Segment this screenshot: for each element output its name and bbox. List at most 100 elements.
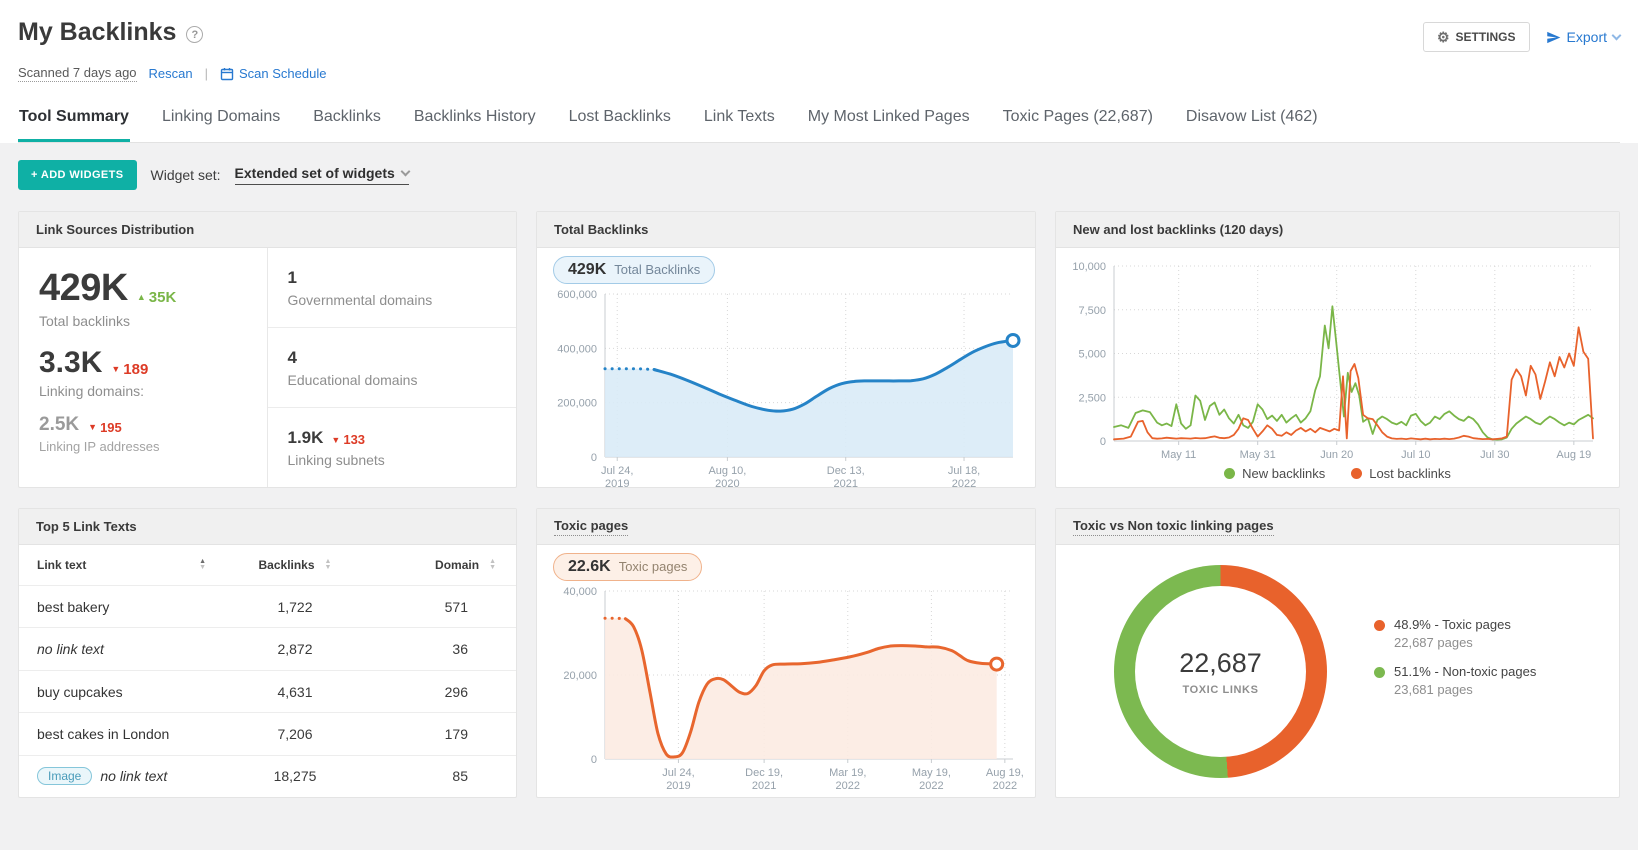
tab-bar: Tool Summary Linking Domains Backlinks B…: [18, 104, 1620, 143]
tab-my-most-linked-pages[interactable]: My Most Linked Pages: [807, 104, 971, 142]
tab-backlinks[interactable]: Backlinks: [312, 104, 382, 142]
scan-schedule-link[interactable]: Scan Schedule: [220, 66, 326, 81]
new-lost-backlinks-chart: 0 2,500 5,000 7,500 10,000 May 11 May 31 Jun 20…: [1072, 261, 1594, 461]
svg-text:400,000: 400,000: [557, 343, 597, 355]
chevron-down-icon: [1611, 30, 1622, 41]
toxic-donut-chart: 22,687 TOXIC LINKS: [1114, 565, 1327, 778]
chevron-down-icon: [400, 166, 411, 177]
svg-text:Jul 24,: Jul 24,: [601, 465, 633, 477]
svg-text:Jul 10: Jul 10: [1401, 449, 1430, 461]
widget-title[interactable]: Toxic vs Non toxic linking pages: [1073, 518, 1274, 536]
widget-title: Total Backlinks: [554, 222, 649, 237]
separator: |: [204, 66, 209, 81]
orange-dot-icon: [1351, 468, 1363, 479]
svg-text:0: 0: [1100, 436, 1106, 448]
widget-title: Top 5 Link Texts: [36, 519, 137, 534]
toxic-pages-chart: 0 20,000 40,000 Jul 24,2019 Dec 19,2021 Mar 1…: [563, 586, 1024, 792]
svg-text:Mar 19,: Mar 19,: [829, 767, 866, 779]
help-icon[interactable]: ?: [186, 26, 204, 43]
green-dot-icon: [1374, 667, 1385, 678]
rescan-link[interactable]: Rescan: [149, 66, 193, 81]
tab-lost-backlinks[interactable]: Lost Backlinks: [568, 104, 672, 142]
svg-text:5,000: 5,000: [1078, 349, 1106, 361]
svg-text:2022: 2022: [993, 780, 1017, 792]
svg-text:Aug 10,: Aug 10,: [708, 465, 746, 477]
sort-icon: ▲ ▼: [199, 558, 206, 571]
svg-text:Aug 19,: Aug 19,: [986, 767, 1024, 779]
tab-tool-summary[interactable]: Tool Summary: [18, 104, 130, 142]
legend-nontoxic-pages: 51.1% - Non-toxic pages 23,681 pages: [1374, 664, 1536, 697]
svg-text:2022: 2022: [919, 780, 943, 792]
svg-text:200,000: 200,000: [557, 398, 597, 410]
svg-text:0: 0: [591, 754, 597, 766]
svg-text:2021: 2021: [833, 478, 857, 488]
content-area: + ADD WIDGETS Widget set: Extended set o…: [0, 143, 1638, 816]
svg-text:Jul 30: Jul 30: [1480, 449, 1509, 461]
toxic-links-count: 22,687: [1179, 647, 1262, 678]
column-header-link-text[interactable]: Link text ▲ ▼: [37, 558, 220, 572]
linking-domains-value: 3.3K: [39, 346, 103, 379]
total-backlinks-value: 429K: [39, 267, 128, 309]
svg-text:2020: 2020: [715, 478, 739, 488]
sort-icon: ▲ ▼: [489, 558, 496, 571]
legend-lost-backlinks: Lost backlinks: [1351, 466, 1451, 481]
svg-text:40,000: 40,000: [563, 586, 597, 598]
svg-text:Jul 24,: Jul 24,: [662, 767, 694, 779]
svg-text:2019: 2019: [666, 780, 690, 792]
svg-text:May 31: May 31: [1240, 449, 1276, 461]
tab-backlinks-history[interactable]: Backlinks History: [413, 104, 537, 142]
widget-set-label: Widget set:: [150, 167, 221, 183]
widget-total-backlinks: Total Backlinks 429K Total Backlinks 0 20…: [536, 211, 1036, 488]
svg-text:2022: 2022: [836, 780, 860, 792]
svg-text:2021: 2021: [752, 780, 776, 792]
page-header: My Backlinks ? ⚙ SETTINGS Export Scanned…: [0, 0, 1638, 143]
page-title: My Backlinks: [18, 18, 177, 46]
svg-text:Aug 19: Aug 19: [1556, 449, 1591, 461]
governmental-domains-stat: 1 Governmental domains: [267, 248, 516, 328]
svg-text:2019: 2019: [605, 478, 629, 488]
linking-domains-delta: ▼ 189: [111, 360, 149, 378]
linking-ips-value: 2.5K: [39, 414, 80, 435]
total-backlinks-badge: 429K Total Backlinks: [553, 256, 716, 284]
linking-subnets-stat: 1.9K ▼ 133 Linking subnets: [287, 427, 385, 468]
svg-text:7,500: 7,500: [1078, 305, 1106, 317]
svg-text:10,000: 10,000: [1072, 261, 1106, 273]
image-badge: Image: [37, 767, 93, 786]
widget-title[interactable]: Toxic pages: [554, 518, 629, 536]
column-header-domain[interactable]: Domain ▲ ▼: [370, 558, 498, 572]
table-row: Image no link text 18,275 85: [19, 756, 516, 797]
total-backlinks-label: Total backlinks: [39, 313, 131, 329]
linking-ips-label: Linking IP addresses: [39, 439, 160, 454]
column-header-backlinks[interactable]: Backlinks ▲ ▼: [220, 558, 370, 572]
table-header-row: Link text ▲ ▼ Backlinks ▲ ▼ Domain ▲ ▼: [19, 545, 516, 586]
widget-new-lost-backlinks: New and lost backlinks (120 days) 0 2,500…: [1055, 211, 1620, 488]
settings-button[interactable]: ⚙ SETTINGS: [1422, 22, 1530, 52]
svg-text:0: 0: [591, 452, 597, 464]
calendar-icon: [220, 67, 234, 80]
send-icon: [1546, 31, 1560, 43]
add-widgets-button[interactable]: + ADD WIDGETS: [18, 160, 137, 190]
svg-text:20,000: 20,000: [563, 670, 597, 682]
table-row: buy cupcakes 4,631 296: [19, 671, 516, 714]
green-dot-icon: [1224, 468, 1236, 479]
svg-text:Dec 19,: Dec 19,: [745, 767, 783, 779]
total-backlinks-chart: 0 200,000 400,000 600,000 Jul 24,2019 Aug 10,…: [557, 289, 1021, 488]
total-backlinks-delta: ▲ 35K: [136, 288, 177, 306]
gear-icon: ⚙: [1436, 29, 1450, 45]
toxic-pages-badge: 22.6K Toxic pages: [553, 553, 703, 581]
widget-top5-link-texts: Top 5 Link Texts Link text ▲ ▼ Backlinks …: [18, 508, 517, 798]
scanned-status[interactable]: Scanned 7 days ago: [18, 65, 137, 82]
svg-text:2,500: 2,500: [1078, 392, 1106, 404]
svg-text:May 19,: May 19,: [912, 767, 951, 779]
tab-disavow-list[interactable]: Disavow List (462): [1185, 104, 1319, 142]
tab-link-texts[interactable]: Link Texts: [703, 104, 776, 142]
svg-text:Jul 18,: Jul 18,: [948, 465, 980, 477]
legend-toxic-pages: 48.9% - Toxic pages 22,687 pages: [1374, 617, 1536, 650]
export-button[interactable]: Export: [1546, 29, 1622, 45]
svg-text:Dec 13,: Dec 13,: [827, 465, 865, 477]
widget-set-select[interactable]: Extended set of widgets: [234, 165, 411, 185]
tab-toxic-pages[interactable]: Toxic Pages (22,687): [1002, 104, 1154, 142]
tab-linking-domains[interactable]: Linking Domains: [161, 104, 281, 142]
table-row: best cakes in London 7,206 179: [19, 713, 516, 756]
toxic-links-caption: TOXIC LINKS: [1182, 683, 1259, 696]
